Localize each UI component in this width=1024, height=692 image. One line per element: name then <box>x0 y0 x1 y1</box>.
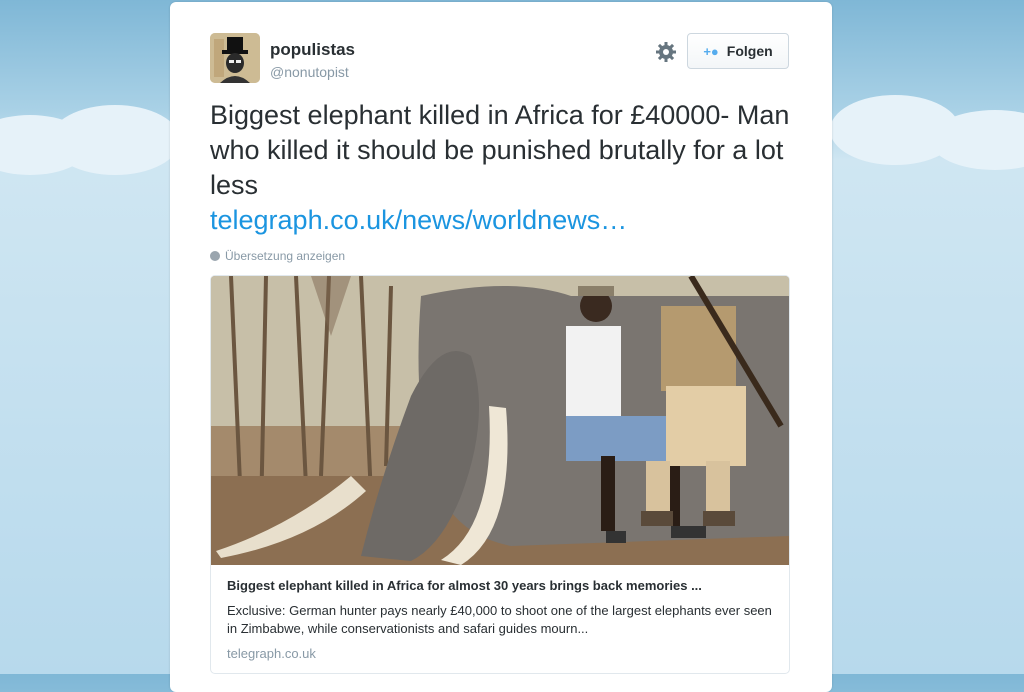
tweet-link[interactable]: telegraph.co.uk/news/worldnews… <box>210 203 800 238</box>
add-user-icon: +● <box>703 43 719 59</box>
card-title[interactable]: Biggest elephant killed in Africa for al… <box>227 578 777 593</box>
user-name[interactable]: populistas <box>270 40 355 60</box>
globe-icon <box>210 251 220 261</box>
translate-label: Übersetzung anzeigen <box>225 249 346 263</box>
avatar[interactable] <box>210 33 260 83</box>
link-preview-card[interactable]: Biggest elephant killed in Africa for al… <box>210 275 790 674</box>
card-description: Exclusive: German hunter pays nearly £40… <box>227 603 772 636</box>
cloud-decoration <box>50 105 180 175</box>
gear-icon[interactable] <box>654 40 678 64</box>
tweet-text: Biggest elephant killed in Africa for £4… <box>210 100 790 200</box>
article-photo[interactable] <box>211 276 789 565</box>
follow-button[interactable]: +● Folgen <box>687 33 789 69</box>
user-handle[interactable]: @nonutopist <box>270 64 349 80</box>
translate-link[interactable]: Übersetzung anzeigen <box>210 249 345 263</box>
follow-label: Folgen <box>726 43 773 59</box>
card-domain: telegraph.co.uk <box>227 646 316 661</box>
tweet-text-container: Biggest elephant killed in Africa for £4… <box>210 98 800 238</box>
link-preview-meta: Biggest elephant killed in Africa for al… <box>227 578 777 661</box>
tweet-card: populistas @nonutopist +● Folgen Biggest… <box>170 2 832 692</box>
